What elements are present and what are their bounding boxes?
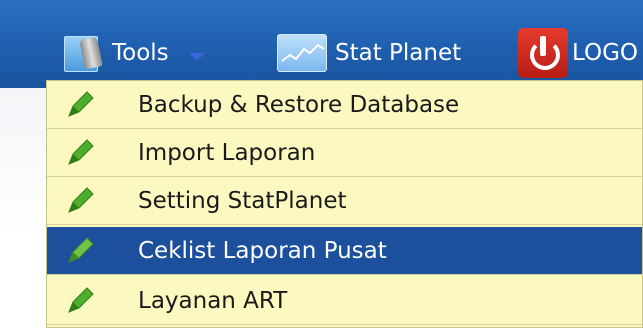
tools-menu-button[interactable]: Tools (62, 30, 205, 76)
menu-item-layanan-art[interactable]: Layanan ART (47, 277, 642, 325)
power-icon (518, 28, 568, 78)
menu-item-label: Import Laporan (138, 139, 316, 166)
menu-item-setting-statplanet[interactable]: Setting StatPlanet (47, 177, 642, 225)
pencil-icon (68, 236, 94, 263)
stat-planet-button[interactable]: Stat Planet (277, 30, 461, 76)
tools-icon (62, 32, 108, 74)
chart-icon (277, 34, 327, 72)
menu-item-backup-restore[interactable]: Backup & Restore Database (47, 81, 642, 129)
logout-button[interactable]: LOGO (518, 28, 639, 78)
menu-item-label: Backup & Restore Database (138, 91, 460, 118)
pencil-icon (68, 90, 94, 117)
menu-item-import-laporan[interactable]: Import Laporan (47, 129, 642, 177)
menu-item-label: Ceklist Laporan Pusat (138, 237, 387, 264)
pencil-icon (68, 186, 94, 213)
tools-dropdown-menu: Backup & Restore Database Import Laporan… (46, 80, 643, 328)
menu-item-label: Setting StatPlanet (138, 187, 347, 214)
stat-planet-label: Stat Planet (335, 40, 462, 66)
tools-label: Tools (112, 40, 169, 66)
chevron-down-icon (188, 53, 205, 61)
menu-item-label: Layanan ART (138, 287, 288, 314)
pencil-icon (68, 286, 94, 313)
top-nav-bar: Tools Stat Planet LOGO (0, 0, 643, 88)
logout-label: LOGO (572, 40, 639, 66)
pencil-icon (68, 138, 94, 165)
menu-item-ceklist-laporan-pusat[interactable]: Ceklist Laporan Pusat (47, 227, 642, 275)
